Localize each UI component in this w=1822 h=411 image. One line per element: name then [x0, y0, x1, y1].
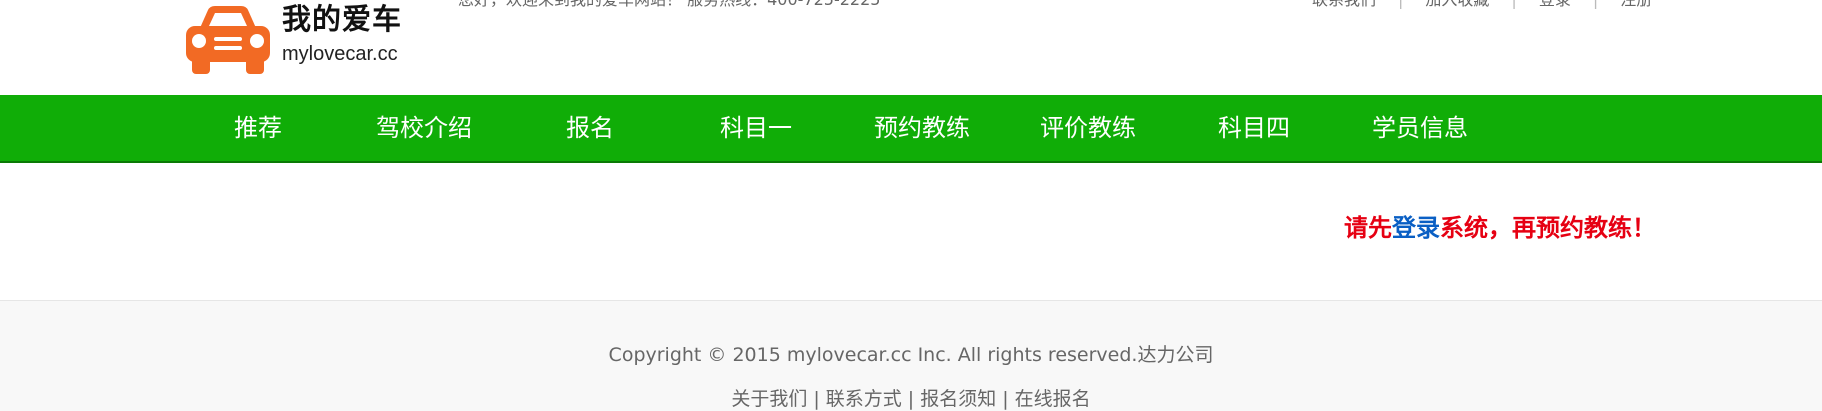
- footer-about-link[interactable]: 关于我们: [731, 388, 807, 410]
- add-favorite-link[interactable]: 加入收藏: [1403, 0, 1511, 10]
- register-link[interactable]: 注册: [1598, 0, 1674, 10]
- notice-prefix: 请先: [1344, 214, 1392, 242]
- copyright-text: Copyright © 2015 mylovecar.cc Inc. All r…: [608, 344, 1214, 366]
- logo-domain: mylovecar.cc: [282, 43, 398, 65]
- divider: |: [907, 388, 915, 410]
- car-icon: [186, 6, 270, 74]
- nav-item-student-info[interactable]: 学员信息: [1337, 95, 1503, 161]
- login-link[interactable]: 登录: [1517, 0, 1593, 10]
- nav-item-signup[interactable]: 报名: [507, 95, 673, 161]
- divider: |: [813, 388, 820, 410]
- logo-title: 我的爱车: [282, 2, 403, 36]
- divider: |: [1002, 388, 1009, 410]
- site-logo[interactable]: 我的爱车 mylovecar.cc: [182, 0, 422, 78]
- login-notice: 请先登录系统，再预约教练！: [1344, 208, 1656, 243]
- footer-links: 关于我们 | 联系方式 | 报名须知 | 在线报名: [0, 387, 1822, 411]
- footer-online-signup-link[interactable]: 在线报名: [1015, 388, 1091, 410]
- notice-login-link[interactable]: 登录: [1392, 214, 1440, 242]
- main-content: 请先登录系统，再预约教练！: [0, 163, 1822, 300]
- main-nav: 推荐 驾校介绍 报名 科目一 预约教练 评价教练 科目四 学员信息: [0, 95, 1822, 163]
- nav-item-school-intro[interactable]: 驾校介绍: [341, 95, 507, 161]
- nav-item-recommend[interactable]: 推荐: [175, 95, 341, 161]
- contact-us-link[interactable]: 联系我们: [1290, 0, 1398, 10]
- nav-item-subject-one[interactable]: 科目一: [673, 95, 839, 161]
- notice-suffix: 系统，再预约教练！: [1440, 214, 1656, 242]
- top-links: 联系我们 | 加入收藏 | 登录 | 注册: [1290, 0, 1674, 10]
- site-footer: Copyright © 2015 mylovecar.cc Inc. All r…: [0, 300, 1822, 411]
- welcome-text: 您好，欢迎来到我的爱车网站！ 服务热线：400-725-2225: [458, 0, 880, 10]
- footer-notice-link[interactable]: 报名须知: [920, 388, 996, 410]
- site-header: 我的爱车 mylovecar.cc 您好，欢迎来到我的爱车网站！ 服务热线：40…: [0, 0, 1822, 95]
- nav-item-subject-four[interactable]: 科目四: [1171, 95, 1337, 161]
- footer-contact-link[interactable]: 联系方式: [826, 388, 902, 410]
- nav-item-book-coach[interactable]: 预约教练: [839, 95, 1005, 161]
- nav-item-rate-coach[interactable]: 评价教练: [1005, 95, 1171, 161]
